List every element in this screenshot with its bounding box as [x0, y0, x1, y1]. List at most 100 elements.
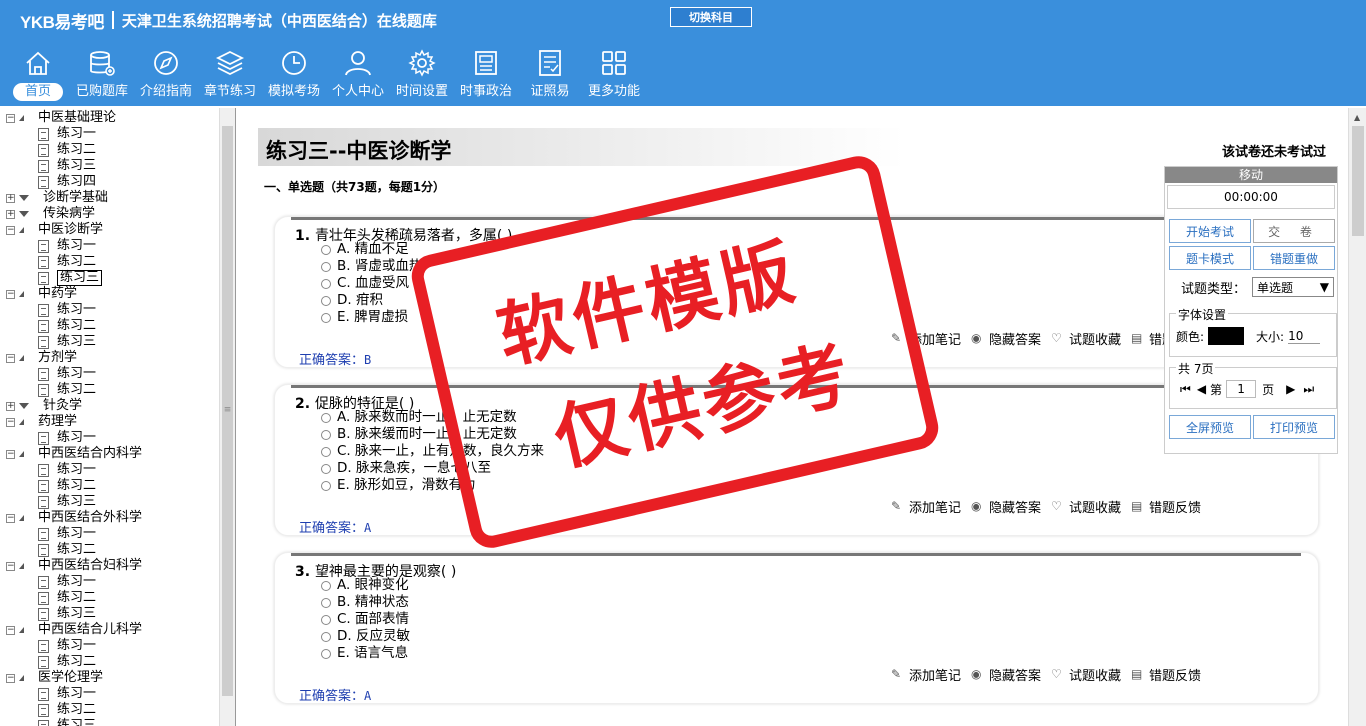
nav-item-3[interactable]: 章节练习 — [198, 48, 262, 104]
question-type-select[interactable]: 单选题 ▼ — [1252, 277, 1335, 297]
main-scrollbar[interactable]: ▲ — [1348, 108, 1366, 726]
nav-item-1[interactable]: 已购题库 — [70, 48, 134, 104]
tree-folder[interactable]: − 中西医结合外科学 — [6, 510, 220, 526]
tree-leaf[interactable]: 练习二 — [6, 590, 220, 606]
scroll-up-arrow[interactable]: ▲ — [1354, 113, 1360, 122]
tree-leaf[interactable]: 练习三 — [6, 606, 220, 622]
tree-folder[interactable]: − 中医基础理论 — [6, 110, 220, 126]
submit-button[interactable]: 交 卷 — [1253, 219, 1335, 243]
tree-folder[interactable]: − 中西医结合妇科学 — [6, 558, 220, 574]
next-page-icon[interactable]: ▶ — [1286, 382, 1295, 396]
radio-button[interactable] — [321, 580, 331, 591]
tool-0[interactable]: ✎ 添加笔记 — [891, 497, 961, 517]
tree-leaf[interactable]: 练习四 — [6, 174, 220, 190]
radio-button[interactable] — [321, 261, 331, 272]
tool-1[interactable]: ◉ 隐藏答案 — [971, 329, 1041, 349]
expand-icon[interactable]: + — [6, 193, 15, 203]
font-size-input[interactable]: 10 — [1288, 329, 1321, 344]
tree-scrollbar[interactable]: ≡ — [219, 108, 235, 726]
tree-leaf[interactable]: 练习三 — [6, 718, 220, 726]
collapse-icon[interactable]: − — [6, 353, 15, 363]
collapse-icon[interactable]: − — [6, 449, 15, 459]
brand-logo[interactable]: YKB易考吧 — [20, 8, 104, 33]
answer-option[interactable]: B. 精神状态 — [321, 594, 409, 611]
answer-option[interactable]: A. 眼神变化 — [321, 577, 409, 594]
tree-leaf[interactable]: 练习二 — [6, 318, 220, 334]
expand-icon[interactable]: + — [6, 401, 15, 411]
tree-folder[interactable]: + 传染病学 — [6, 206, 220, 222]
tree-folder[interactable]: − 医学伦理学 — [6, 670, 220, 686]
tool-3[interactable]: ▤ 错题反馈 — [1131, 665, 1201, 685]
tree-folder[interactable]: − 中西医结合儿科学 — [6, 622, 220, 638]
nav-item-5[interactable]: 个人中心 — [326, 48, 390, 104]
tree-leaf[interactable]: 练习一 — [6, 526, 220, 542]
tree-leaf[interactable]: 练习一 — [6, 686, 220, 702]
move-handle[interactable]: 移动 — [1165, 167, 1337, 183]
answer-option[interactable]: A. 精血不足 — [321, 241, 409, 258]
color-swatch[interactable] — [1208, 327, 1245, 345]
collapse-icon[interactable]: − — [6, 561, 15, 571]
nav-item-7[interactable]: 时事政治 — [454, 48, 518, 104]
tool-1[interactable]: ◉ 隐藏答案 — [971, 497, 1041, 517]
radio-button[interactable] — [321, 429, 331, 440]
nav-item-9[interactable]: 更多功能 — [582, 48, 646, 104]
answer-option[interactable]: E. 脉形如豆，滑数有力 — [321, 477, 476, 494]
first-page-icon[interactable]: ⏮ — [1180, 382, 1191, 397]
prev-page-icon[interactable]: ◀ — [1197, 382, 1206, 396]
answer-option[interactable]: E. 语言气息 — [321, 645, 408, 662]
nav-item-4[interactable]: 模拟考场 — [262, 48, 326, 104]
nav-item-0[interactable]: 首页 — [6, 48, 70, 104]
tool-2[interactable]: ♡ 试题收藏 — [1051, 497, 1121, 517]
radio-button[interactable] — [321, 463, 331, 474]
tree-leaf[interactable]: 练习一 — [6, 366, 220, 382]
tree-leaf[interactable]: 练习一 — [6, 126, 220, 142]
radio-button[interactable] — [321, 614, 331, 625]
tree-folder[interactable]: − 中西医结合内科学 — [6, 446, 220, 462]
answer-option[interactable]: D. 反应灵敏 — [321, 628, 410, 645]
nav-item-6[interactable]: 时间设置 — [390, 48, 454, 104]
radio-button[interactable] — [321, 278, 331, 289]
tool-2[interactable]: ♡ 试题收藏 — [1051, 329, 1121, 349]
tree-leaf[interactable]: 练习一 — [6, 638, 220, 654]
collapse-icon[interactable]: − — [6, 113, 15, 123]
switch-subject-button[interactable]: 切换科目 — [670, 7, 752, 27]
tree-leaf[interactable]: 练习一 — [6, 238, 220, 254]
radio-button[interactable] — [321, 446, 331, 457]
nav-item-8[interactable]: 证照易 — [518, 48, 582, 104]
tree-leaf[interactable]: 练习三 — [6, 334, 220, 350]
tree-leaf[interactable]: 练习二 — [6, 702, 220, 718]
tool-3[interactable]: ▤ 错题反馈 — [1131, 497, 1201, 517]
answer-option[interactable]: C. 面部表情 — [321, 611, 409, 628]
answer-option[interactable]: E. 脾胃虚损 — [321, 309, 408, 326]
tree-leaf[interactable]: 练习二 — [6, 478, 220, 494]
collapse-icon[interactable]: − — [6, 673, 15, 683]
tree-leaf[interactable]: 练习二 — [6, 254, 220, 270]
collapse-icon[interactable]: − — [6, 289, 15, 299]
nav-item-2[interactable]: 介绍指南 — [134, 48, 198, 104]
tree-leaf[interactable]: 练习一 — [6, 574, 220, 590]
tree-folder[interactable]: − 中医诊断学 — [6, 222, 220, 238]
page-number-input[interactable]: 1 — [1226, 380, 1257, 398]
answer-option[interactable]: D. 疳积 — [321, 292, 383, 309]
radio-button[interactable] — [321, 648, 331, 659]
tree-leaf[interactable]: 练习二 — [6, 654, 220, 670]
tree-leaf[interactable]: 练习一 — [6, 462, 220, 478]
tree-leaf[interactable]: 练习二 — [6, 382, 220, 398]
redo-wrong-button[interactable]: 错题重做 — [1253, 246, 1335, 270]
tool-0[interactable]: ✎ 添加笔记 — [891, 665, 961, 685]
tree-folder[interactable]: + 诊断学基础 — [6, 190, 220, 206]
expand-icon[interactable]: + — [6, 209, 15, 219]
main-scroll-thumb[interactable] — [1352, 126, 1364, 236]
start-exam-button[interactable]: 开始考试 — [1169, 219, 1251, 243]
tool-1[interactable]: ◉ 隐藏答案 — [971, 665, 1041, 685]
tree-leaf[interactable]: 练习二 — [6, 542, 220, 558]
collapse-icon[interactable]: − — [6, 417, 15, 427]
answer-option[interactable]: B. 肾虚或血热 — [321, 258, 422, 275]
tree-folder[interactable]: − 中药学 — [6, 286, 220, 302]
tree-folder[interactable]: + 针灸学 — [6, 398, 220, 414]
tree-folder[interactable]: − 药理学 — [6, 414, 220, 430]
radio-button[interactable] — [321, 480, 331, 491]
card-mode-button[interactable]: 题卡模式 — [1169, 246, 1251, 270]
collapse-icon[interactable]: − — [6, 513, 15, 523]
tree-leaf[interactable]: 练习三 — [6, 494, 220, 510]
